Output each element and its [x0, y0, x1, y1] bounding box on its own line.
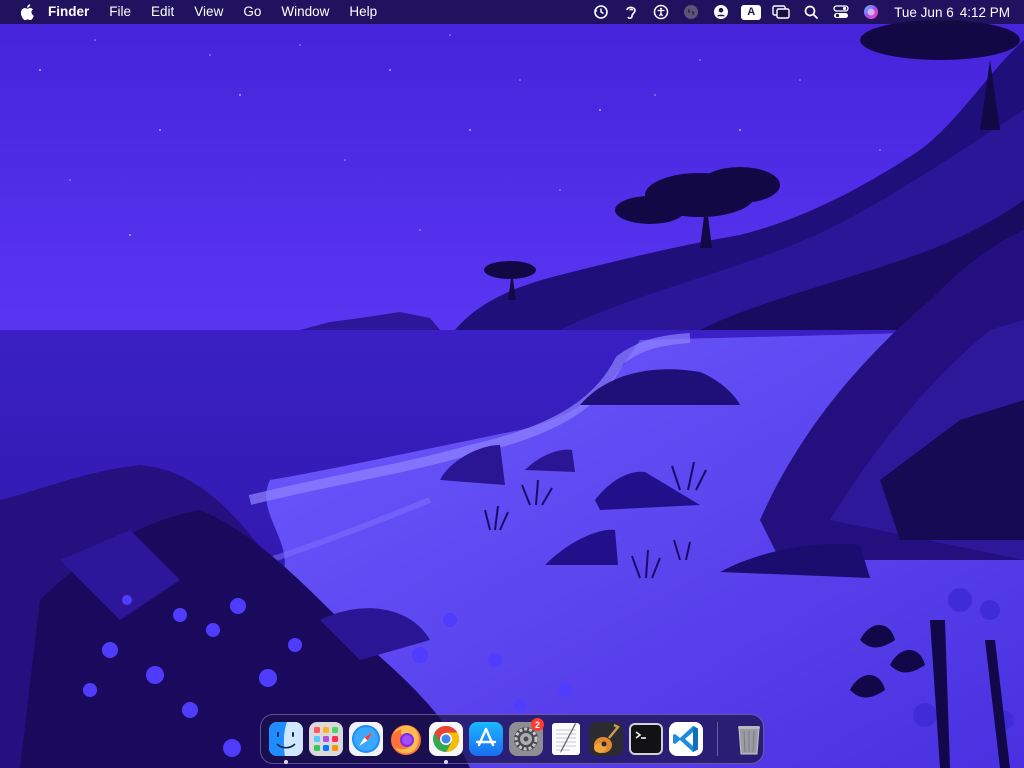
- time-machine-icon[interactable]: [586, 0, 616, 24]
- dock-item-terminal[interactable]: [626, 719, 666, 759]
- app-store-icon: [469, 722, 503, 756]
- dock-item-app-store[interactable]: [466, 719, 506, 759]
- notification-badge: 2: [531, 718, 544, 731]
- menu-edit[interactable]: Edit: [141, 0, 184, 24]
- siri-icon[interactable]: [856, 0, 886, 24]
- menu-help[interactable]: Help: [339, 0, 387, 24]
- shazam-icon[interactable]: [676, 0, 706, 24]
- firefox-icon: [391, 725, 421, 755]
- user-account-icon[interactable]: [706, 0, 736, 24]
- menu-window[interactable]: Window: [271, 0, 339, 24]
- dock: 2: [260, 714, 764, 764]
- apple-logo-icon[interactable]: [14, 4, 42, 20]
- dock-item-system-settings[interactable]: 2: [506, 718, 546, 759]
- menu-go[interactable]: Go: [233, 0, 271, 24]
- dock-separator: [717, 722, 718, 756]
- terminal-icon: [629, 723, 663, 755]
- garageband-icon: [589, 722, 623, 756]
- vscode-icon: [669, 722, 703, 756]
- chrome-icon: [429, 722, 463, 756]
- trash-icon: [738, 726, 760, 755]
- dock-item-finder[interactable]: [266, 719, 306, 764]
- app-menu-finder[interactable]: Finder: [42, 0, 99, 24]
- running-indicator: [444, 760, 448, 764]
- spotlight-search-icon[interactable]: [796, 0, 826, 24]
- input-source-icon[interactable]: A: [736, 0, 766, 24]
- dock-item-vscode[interactable]: [666, 719, 706, 759]
- clock-date: Tue Jun 6: [894, 4, 954, 20]
- running-indicator: [284, 760, 288, 764]
- dock-item-safari[interactable]: [346, 719, 386, 759]
- safari-icon: [349, 722, 383, 756]
- hearing-icon[interactable]: [616, 0, 646, 24]
- input-source-label: A: [741, 4, 762, 20]
- finder-icon: [269, 722, 303, 756]
- desktop-wallpaper: [0, 0, 1024, 768]
- clock-time: 4:12 PM: [959, 4, 1010, 20]
- dock-item-textedit[interactable]: [546, 719, 586, 759]
- menu-view[interactable]: View: [184, 0, 233, 24]
- menu-file[interactable]: File: [99, 0, 141, 24]
- menu-bar-clock[interactable]: Tue Jun 6 4:12 PM: [886, 5, 1014, 20]
- textedit-icon: [552, 723, 580, 755]
- dock-item-firefox[interactable]: [386, 719, 426, 759]
- screen-mirroring-icon[interactable]: [766, 0, 796, 24]
- control-center-icon[interactable]: [826, 0, 856, 24]
- launchpad-icon: [309, 722, 343, 756]
- accessibility-icon[interactable]: [646, 0, 676, 24]
- menu-bar: Finder File Edit View Go Window Help A T…: [0, 0, 1024, 24]
- dock-item-garageband[interactable]: [586, 719, 626, 759]
- dock-item-chrome[interactable]: [426, 719, 466, 764]
- dock-item-launchpad[interactable]: [306, 719, 346, 759]
- dock-item-trash[interactable]: [729, 719, 769, 759]
